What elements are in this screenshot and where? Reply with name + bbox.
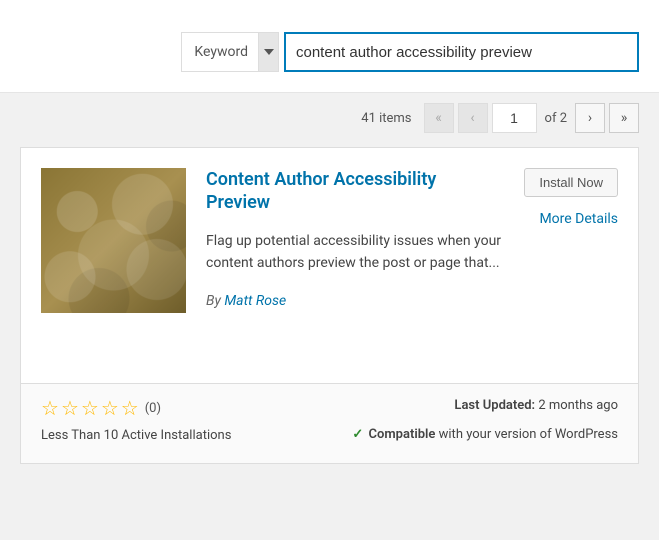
author-prefix: By [206,293,224,309]
plugin-card-top: Content Author Accessibility Preview Fla… [21,148,638,383]
prev-page-button: ‹ [458,103,488,133]
first-page-button: « [424,103,454,133]
star-icon: ☆ [61,398,79,418]
chevron-down-icon [258,33,278,71]
plugin-card-bottom: ☆ ☆ ☆ ☆ ☆ (0) Less Than 10 Active Instal… [21,383,638,463]
star-icon: ☆ [121,398,139,418]
compatibility: ✓ Compatible with your version of WordPr… [352,427,618,442]
search-dropdown-label: Keyword [182,44,258,60]
author-link[interactable]: Matt Rose [224,293,286,309]
plugin-meta-left: ☆ ☆ ☆ ☆ ☆ (0) Less Than 10 Active Instal… [41,398,231,443]
compatible-label: Compatible [369,427,436,442]
last-updated-value: 2 months ago [538,398,618,413]
last-page-button[interactable]: » [609,103,639,133]
page-of-text: of 2 [541,111,571,126]
plugin-rating: ☆ ☆ ☆ ☆ ☆ (0) [41,398,231,418]
search-input[interactable] [284,32,639,72]
star-icon: ☆ [101,398,119,418]
rating-count: (0) [145,401,161,416]
star-icon: ☆ [41,398,59,418]
next-page-button[interactable]: › [575,103,605,133]
plugin-card: Content Author Accessibility Preview Fla… [20,147,639,464]
plugin-author: By Matt Rose [206,293,504,309]
plugin-icon [41,168,186,313]
last-updated-label: Last Updated: [454,398,535,413]
plugin-description: Flag up potential accessibility issues w… [206,230,504,275]
plugin-meta-right: Last Updated: 2 months ago ✓ Compatible … [352,398,618,443]
last-updated: Last Updated: 2 months ago [352,398,618,413]
current-page-input[interactable] [492,103,537,133]
plugin-title[interactable]: Content Author Accessibility Preview [206,168,504,215]
more-details-link[interactable]: More Details [539,211,618,227]
plugin-actions: Install Now More Details [524,168,618,363]
star-icon: ☆ [81,398,99,418]
search-bar: Keyword [0,0,659,93]
plugin-info: Content Author Accessibility Preview Fla… [206,168,504,363]
pagination-count: 41 items [361,111,411,126]
pagination: 41 items « ‹ of 2 › » [0,93,659,143]
active-installations: Less Than 10 Active Installations [41,428,231,443]
check-icon: ✓ [352,427,363,442]
compatible-text: with your version of WordPress [435,427,618,442]
install-button[interactable]: Install Now [524,168,618,197]
search-filter-dropdown[interactable]: Keyword [181,32,279,72]
